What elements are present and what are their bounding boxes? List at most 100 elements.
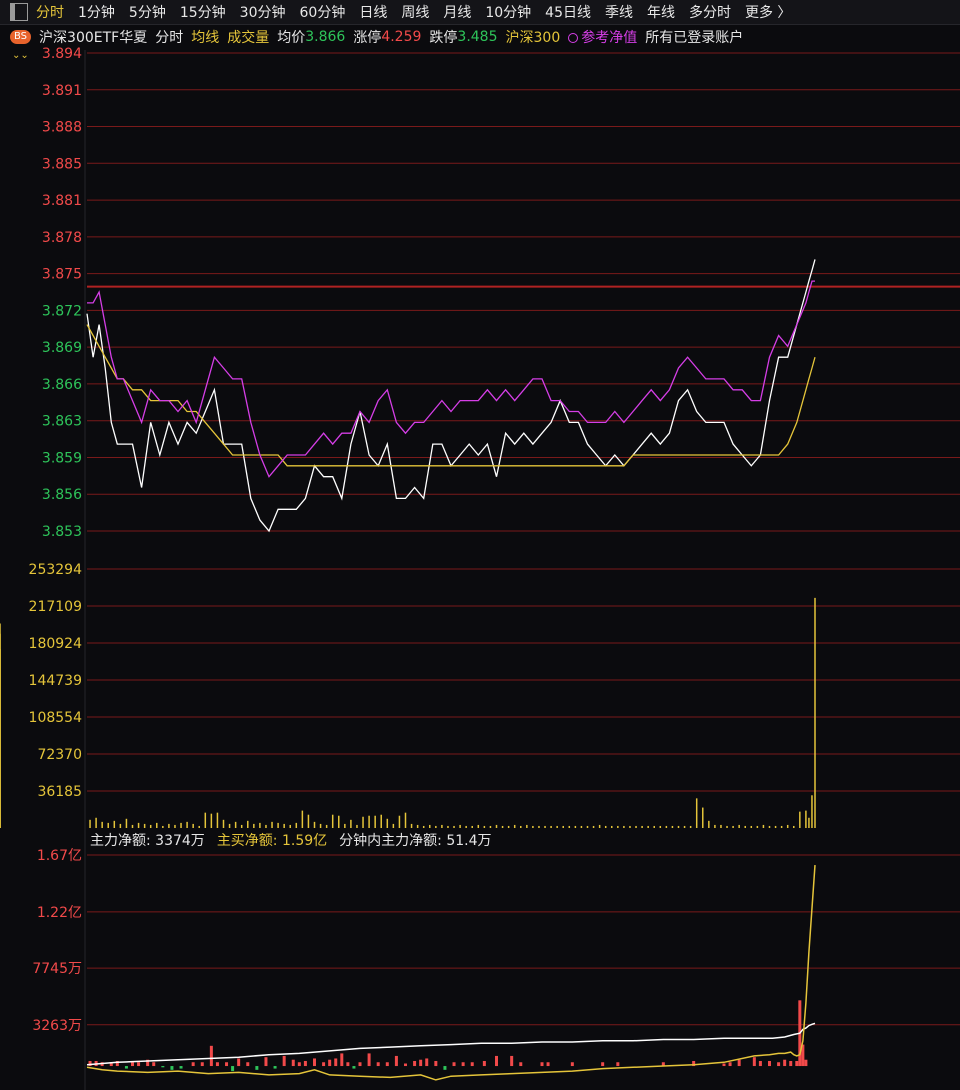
main-buy-legend: 主买净额: 1.59亿 — [217, 830, 327, 850]
fund-flow-legend: 主力净额: 3374万 主买净额: 1.59亿 分钟内主力净额: 51.4万 — [90, 830, 504, 850]
price-tick-label: 3.878 — [42, 230, 82, 246]
fund-tick-label: 1.67亿 — [37, 848, 82, 864]
fund-net-bar — [179, 1066, 183, 1069]
price-tick-label: 3.853 — [42, 524, 82, 540]
price-tick-label: 3.885 — [42, 156, 82, 172]
fund-net-bar — [170, 1066, 174, 1070]
price-tick-label: 3.888 — [42, 120, 82, 136]
price-tick-label: 3.869 — [42, 340, 82, 356]
fund-tick-label: 3263万 — [32, 1018, 82, 1034]
price-tick-label: 3.875 — [42, 267, 82, 283]
fund-net-bar — [570, 1062, 574, 1067]
fund-net-bar — [322, 1062, 326, 1067]
fund-net-bar — [470, 1062, 474, 1067]
fund-net-bar — [783, 1059, 787, 1067]
fund-net-bar — [215, 1062, 219, 1067]
fund-net-bar — [616, 1062, 620, 1067]
fund-net-bar — [385, 1062, 389, 1067]
price-tick-label: 3.881 — [42, 193, 82, 209]
fund-net-bar — [137, 1062, 141, 1067]
fund-net-bar — [340, 1053, 344, 1067]
fund-net-bar — [804, 1059, 808, 1067]
fund-net-bar — [540, 1062, 544, 1067]
fund-net-bar — [443, 1066, 447, 1070]
fund-net-bar — [352, 1066, 356, 1069]
fund-net-bar — [495, 1055, 498, 1067]
price-tick-label: 3.891 — [42, 83, 82, 99]
volume-tick-label: 72370 — [37, 747, 82, 763]
main-net-label: 主力净额: — [90, 833, 151, 849]
main-buy-value: 1.59亿 — [281, 833, 328, 849]
fund-net-bar — [328, 1059, 332, 1067]
fund-net-bar — [728, 1062, 732, 1067]
fund-net-bar — [313, 1058, 316, 1067]
volume-tick-label: 180924 — [29, 636, 83, 652]
fund-net-bar — [737, 1059, 741, 1067]
fund-net-bar — [789, 1060, 793, 1067]
fund-net-bar — [161, 1066, 165, 1068]
fund-net-bar — [722, 1063, 726, 1067]
fund-net-bar — [131, 1062, 134, 1067]
fund-net-bar — [510, 1055, 514, 1067]
fund-tick-label: 7745万 — [32, 961, 82, 977]
series-line-price — [86, 259, 816, 533]
fund-net-bar — [282, 1055, 286, 1067]
volume-tick-label: 144739 — [29, 673, 82, 689]
fund-net-bar — [394, 1055, 398, 1067]
volume-tick-label: 108554 — [29, 710, 83, 726]
volume-tick-label: 253294 — [29, 562, 83, 578]
fund-net-bar — [425, 1058, 429, 1067]
fund-net-bar — [255, 1066, 259, 1070]
fund-net-bar — [297, 1062, 301, 1067]
price-tick-label: 3.859 — [42, 450, 82, 466]
fund-net-bar — [795, 1060, 799, 1067]
fund-net-bar — [291, 1059, 295, 1067]
fund-net-bar — [413, 1060, 417, 1067]
fund-net-bar — [124, 1066, 128, 1069]
fund-net-bar — [358, 1062, 362, 1067]
fund-net-bar — [200, 1062, 204, 1067]
fund-net-bar — [209, 1045, 213, 1067]
price-tick-label: 3.856 — [42, 487, 82, 503]
fund-net-bar — [264, 1057, 268, 1067]
fund-line-主力净额 — [86, 1022, 816, 1066]
volume-tick-label: 36185 — [37, 784, 82, 800]
fund-net-bar — [273, 1066, 277, 1069]
fund-net-bar — [346, 1062, 350, 1067]
minute-net-label: 分钟内主力净额: — [339, 833, 442, 849]
price-tick-label: 3.866 — [42, 377, 82, 393]
fund-net-bar — [404, 1063, 407, 1067]
fund-net-bar — [777, 1062, 781, 1067]
fund-net-bar — [367, 1053, 371, 1067]
price-tick-label: 3.894 — [42, 46, 82, 62]
fund-net-bar — [758, 1060, 762, 1067]
fund-net-bar — [152, 1062, 156, 1067]
fund-net-bar — [482, 1060, 486, 1067]
minute-net-legend: 分钟内主力净额: 51.4万 — [339, 830, 491, 850]
fund-net-bar — [461, 1062, 465, 1067]
fund-net-bar — [452, 1062, 456, 1067]
fund-net-bar — [334, 1058, 338, 1067]
series-line-avg — [86, 324, 816, 467]
main-net-legend: 主力净额: 3374万 — [90, 830, 205, 850]
fund-net-bar — [546, 1062, 550, 1067]
fund-net-bar — [434, 1060, 438, 1067]
fund-net-bar — [768, 1060, 771, 1067]
fund-tick-label: 1.22亿 — [37, 905, 82, 921]
intraday-chart: 3.894 3.891 3.888 3.885 3.881 3.878 3.875 3.872… — [0, 46, 960, 1090]
fund-net-bar — [191, 1062, 195, 1067]
fund-net-bar — [752, 1057, 756, 1067]
main-net-value: 3374万 — [155, 833, 205, 849]
main-buy-label: 主买净额: — [216, 833, 278, 849]
fund-net-bar — [376, 1062, 380, 1067]
fund-net-bar — [237, 1058, 241, 1067]
volume-tick-label: 217109 — [29, 599, 82, 615]
fund-net-bar — [519, 1062, 523, 1067]
fund-net-bar — [246, 1062, 250, 1067]
price-tick-label: 3.872 — [42, 303, 82, 319]
price-tick-label: 3.863 — [42, 414, 82, 430]
fund-line-主买净额 — [86, 865, 816, 1081]
fund-net-bar — [419, 1059, 423, 1067]
minute-net-value: 51.4万 — [446, 833, 492, 849]
fund-net-bar — [231, 1066, 235, 1072]
